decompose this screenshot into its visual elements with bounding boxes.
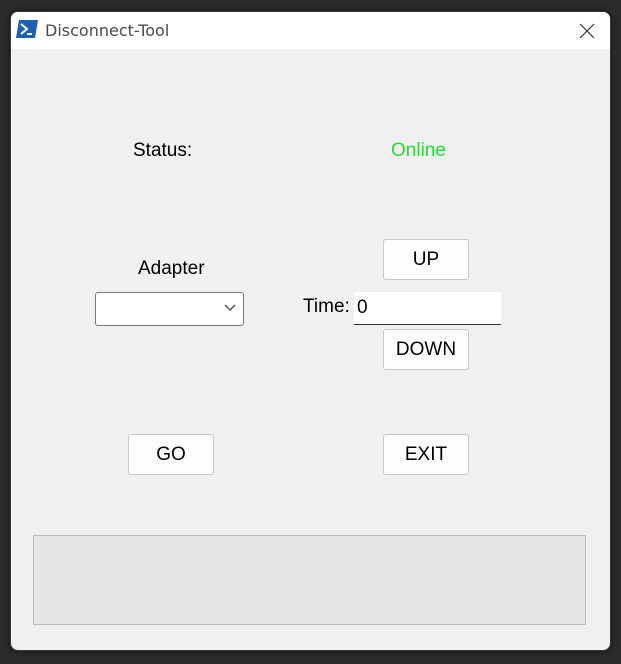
status-value: Online xyxy=(391,140,446,161)
close-icon xyxy=(579,23,595,38)
output-log[interactable] xyxy=(33,535,586,625)
down-button[interactable]: DOWN xyxy=(383,329,469,370)
adapter-select[interactable] xyxy=(95,292,244,326)
powershell-icon xyxy=(16,20,38,38)
go-button[interactable]: GO xyxy=(128,434,214,475)
time-label: Time: xyxy=(303,296,350,317)
time-input[interactable] xyxy=(354,292,501,325)
exit-button[interactable]: EXIT xyxy=(383,434,469,475)
status-label: Status: xyxy=(133,140,193,161)
title-bar: Disconnect-Tool xyxy=(11,12,610,49)
up-button[interactable]: UP xyxy=(383,239,469,280)
close-button[interactable] xyxy=(564,12,610,49)
desktop-background: Disconnect-Tool Status: Online Adapter U… xyxy=(0,0,621,664)
chevron-down-icon xyxy=(224,304,236,312)
adapter-label: Adapter xyxy=(138,258,205,279)
app-window: Disconnect-Tool Status: Online Adapter U… xyxy=(10,11,611,651)
window-title: Disconnect-Tool xyxy=(45,21,170,40)
